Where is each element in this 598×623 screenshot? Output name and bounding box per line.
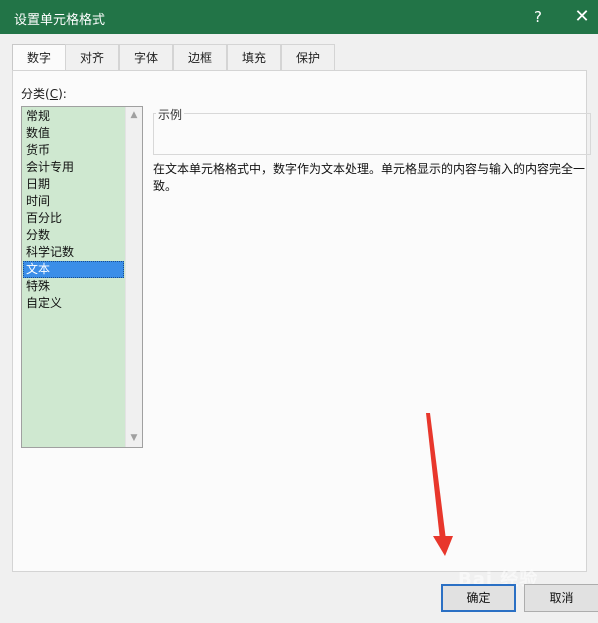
- category-item-time[interactable]: 时间: [23, 193, 124, 210]
- tab-border[interactable]: 边框: [173, 44, 227, 71]
- category-item-special[interactable]: 特殊: [23, 278, 124, 295]
- scroll-up-icon[interactable]: ▲: [126, 107, 142, 124]
- tab-alignment[interactable]: 对齐: [65, 44, 119, 71]
- tab-font[interactable]: 字体: [119, 44, 173, 71]
- ok-button[interactable]: 确定: [441, 584, 516, 612]
- category-scrollbar[interactable]: ▲ ▼: [125, 107, 142, 447]
- category-item-currency[interactable]: 货币: [23, 142, 124, 159]
- tab-number[interactable]: 数字: [12, 44, 66, 72]
- number-tab-panel: 分类(C): 常规 数值 货币 会计专用 日期 时间 百分比 分数 科学记数 文…: [12, 70, 591, 572]
- category-item-custom[interactable]: 自定义: [23, 295, 124, 312]
- category-item-text[interactable]: 文本: [23, 261, 124, 278]
- dialog-title: 设置单元格格式: [14, 13, 106, 28]
- category-item-percentage[interactable]: 百分比: [23, 210, 124, 227]
- category-item-accounting[interactable]: 会计专用: [23, 159, 124, 176]
- format-cells-dialog: 设置单元格格式 ? ✕ 数字 对齐 字体 边框 填充 保护 分类(C): 常规 …: [0, 0, 598, 623]
- sample-label: 示例: [156, 106, 185, 123]
- format-description: 在文本单元格格式中，数字作为文本处理。单元格显示的内容与输入的内容完全一致。: [153, 162, 586, 193]
- close-button[interactable]: ✕: [562, 0, 598, 34]
- scroll-down-icon[interactable]: ▼: [126, 430, 142, 447]
- category-item-fraction[interactable]: 分数: [23, 227, 124, 244]
- title-bar: 设置单元格格式 ? ✕: [0, 0, 598, 34]
- help-button[interactable]: ?: [518, 0, 558, 34]
- tab-fill[interactable]: 填充: [227, 44, 281, 71]
- category-item-date[interactable]: 日期: [23, 176, 124, 193]
- category-listbox[interactable]: 常规 数值 货币 会计专用 日期 时间 百分比 分数 科学记数 文本 特殊 自定…: [21, 106, 143, 448]
- category-item-general[interactable]: 常规: [23, 108, 124, 125]
- category-item-number[interactable]: 数值: [23, 125, 124, 142]
- category-label: 分类(C):: [21, 87, 67, 101]
- tab-protection[interactable]: 保护: [281, 44, 335, 71]
- category-item-scientific[interactable]: 科学记数: [23, 244, 124, 261]
- sample-group: 示例: [153, 106, 591, 155]
- cancel-button[interactable]: 取消: [524, 584, 598, 612]
